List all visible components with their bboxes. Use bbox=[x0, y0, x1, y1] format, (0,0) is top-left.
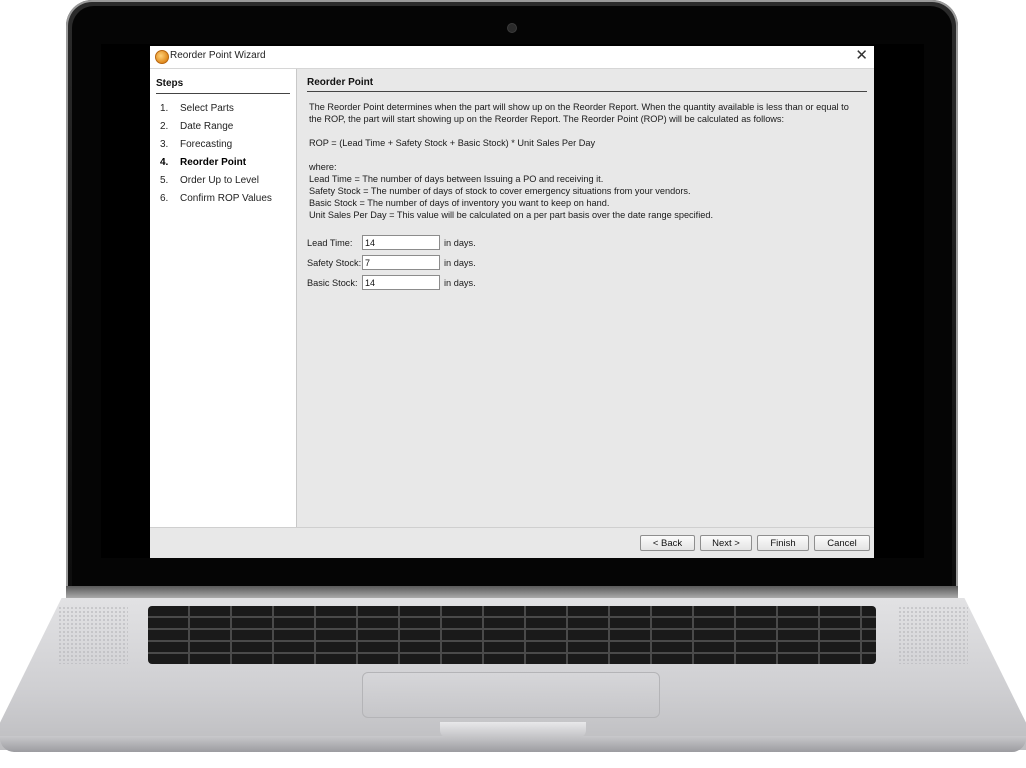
step-item-confirm-rop-values: 6. Confirm ROP Values bbox=[160, 193, 272, 211]
basic-stock-label: Basic Stock: bbox=[307, 277, 358, 288]
basic-stock-input[interactable] bbox=[362, 275, 440, 290]
steps-panel: Steps 1. Select Parts 2. Date Range 3. F… bbox=[150, 69, 297, 527]
definition-lead-time: Lead Time = The number of days between I… bbox=[309, 174, 604, 184]
where-label: where: bbox=[309, 162, 337, 172]
button-bar: < Back Next > Finish Cancel bbox=[150, 527, 874, 558]
step-item-forecasting: 3. Forecasting bbox=[160, 139, 272, 157]
basic-stock-unit: in days. bbox=[444, 277, 476, 288]
intro-line-1: The Reorder Point determines when the pa… bbox=[309, 102, 849, 112]
step-item-reorder-point: 4. Reorder Point bbox=[160, 157, 272, 175]
lead-time-row: Lead Time: in days. bbox=[307, 235, 476, 250]
wizard-body: Steps 1. Select Parts 2. Date Range 3. F… bbox=[150, 69, 874, 558]
next-button[interactable]: Next > bbox=[700, 535, 752, 551]
basic-stock-row: Basic Stock: in days. bbox=[307, 275, 476, 290]
steps-list: 1. Select Parts 2. Date Range 3. Forecas… bbox=[160, 103, 272, 211]
laptop-hinge bbox=[66, 586, 958, 600]
definition-unit-sales: Unit Sales Per Day = This value will be … bbox=[309, 210, 714, 220]
lead-time-unit: in days. bbox=[444, 237, 476, 248]
definition-basic-stock: Basic Stock = The number of days of inve… bbox=[309, 198, 610, 208]
lead-time-label: Lead Time: bbox=[307, 237, 353, 248]
definition-safety-stock: Safety Stock = The number of days of sto… bbox=[309, 186, 691, 196]
step-label: Confirm ROP Values bbox=[180, 193, 272, 204]
step-number: 3. bbox=[160, 139, 169, 150]
lead-time-input[interactable] bbox=[362, 235, 440, 250]
step-number: 2. bbox=[160, 121, 169, 132]
steps-heading: Steps bbox=[156, 78, 290, 94]
rop-formula: ROP = (Lead Time + Safety Stock + Basic … bbox=[309, 138, 596, 148]
intro-line-2: the ROP, the part will start showing up … bbox=[309, 114, 785, 124]
safety-stock-row: Safety Stock: in days. bbox=[307, 255, 476, 270]
safety-stock-label: Safety Stock: bbox=[307, 257, 362, 268]
safety-stock-input[interactable] bbox=[362, 255, 440, 270]
window-titlebar: Reorder Point Wizard ✕ bbox=[150, 46, 874, 69]
finish-button[interactable]: Finish bbox=[757, 535, 809, 551]
close-icon[interactable]: ✕ bbox=[855, 47, 868, 65]
step-label: Forecasting bbox=[180, 139, 233, 150]
step-number: 5. bbox=[160, 175, 169, 186]
step-item-select-parts: 1. Select Parts bbox=[160, 103, 272, 121]
speaker-grille-right bbox=[898, 606, 968, 664]
camera-icon bbox=[508, 24, 516, 32]
window-title: Reorder Point Wizard bbox=[170, 50, 266, 61]
step-number: 6. bbox=[160, 193, 169, 204]
step-label: Date Range bbox=[180, 121, 234, 132]
step-item-date-range: 2. Date Range bbox=[160, 121, 272, 139]
step-label: Reorder Point bbox=[180, 157, 247, 168]
step-number: 4. bbox=[160, 157, 169, 168]
trackpad bbox=[362, 672, 660, 718]
step-label: Select Parts bbox=[180, 103, 234, 114]
laptop-base-edge bbox=[0, 736, 1026, 752]
step-label: Order Up to Level bbox=[180, 175, 259, 186]
cancel-button[interactable]: Cancel bbox=[814, 535, 870, 551]
speaker-grille-left bbox=[58, 606, 128, 664]
app-icon bbox=[155, 50, 169, 64]
page-title: Reorder Point bbox=[307, 77, 867, 92]
screen: Reorder Point Wizard ✕ Steps 1. Select P… bbox=[101, 44, 924, 558]
back-button[interactable]: < Back bbox=[640, 535, 695, 551]
keyboard bbox=[148, 606, 876, 664]
laptop-notch bbox=[440, 722, 586, 738]
safety-stock-unit: in days. bbox=[444, 257, 476, 268]
step-number: 1. bbox=[160, 103, 169, 114]
step-item-order-up-to-level: 5. Order Up to Level bbox=[160, 175, 272, 193]
